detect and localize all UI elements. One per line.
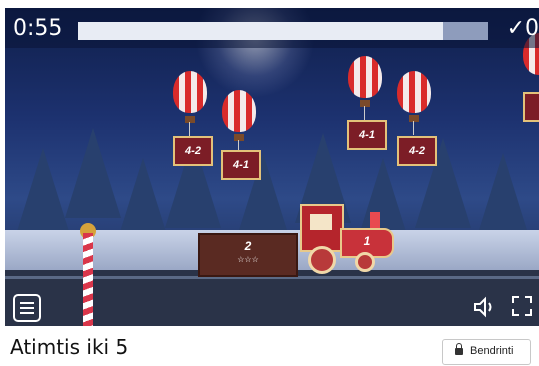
engine-wheel [355, 252, 375, 272]
score: ✓0 [506, 16, 539, 41]
hot-air-balloon-icon [173, 71, 207, 113]
speaker-icon[interactable] [473, 296, 497, 318]
balloon-label: 4-2 [173, 136, 213, 166]
balloon-label: 4-1 [347, 120, 387, 150]
page-title: Atimtis iki 5 [10, 335, 129, 359]
balloon-label: 4-2 [397, 136, 437, 166]
engine-cab [300, 204, 344, 252]
hot-air-balloon-icon [397, 71, 431, 113]
hud-bar: 0:55 ✓0 [5, 8, 539, 48]
hot-air-balloon-icon [348, 56, 382, 98]
train-engine: 1 [300, 204, 394, 274]
pine-tree [15, 148, 71, 238]
time-progress-fill [78, 22, 443, 40]
balloon-label: 4-1 [221, 150, 261, 180]
engine-number: 1 [363, 234, 371, 248]
train-wagon: 2 ☆☆☆ [198, 233, 298, 277]
fullscreen-icon[interactable] [510, 294, 534, 318]
game-canvas[interactable]: 4-2 4-1 4-1 4-2 5 2 ☆☆☆ 1 [5, 8, 539, 326]
share-button[interactable]: Bendrinti [442, 339, 531, 365]
wagon-stars: ☆☆☆ [237, 255, 259, 264]
share-label: Bendrinti [470, 345, 514, 357]
time-progress-bar [78, 22, 488, 40]
hot-air-balloon-icon [222, 90, 256, 132]
candy-cane-pole [83, 233, 93, 326]
wagon-number: 2 [244, 239, 252, 253]
engine-wheel [308, 246, 336, 274]
menu-icon[interactable] [13, 294, 41, 322]
balloon-label: 5 [523, 92, 539, 122]
pine-tree [65, 128, 121, 218]
lock-icon [455, 348, 463, 355]
timer: 0:55 [13, 16, 63, 41]
